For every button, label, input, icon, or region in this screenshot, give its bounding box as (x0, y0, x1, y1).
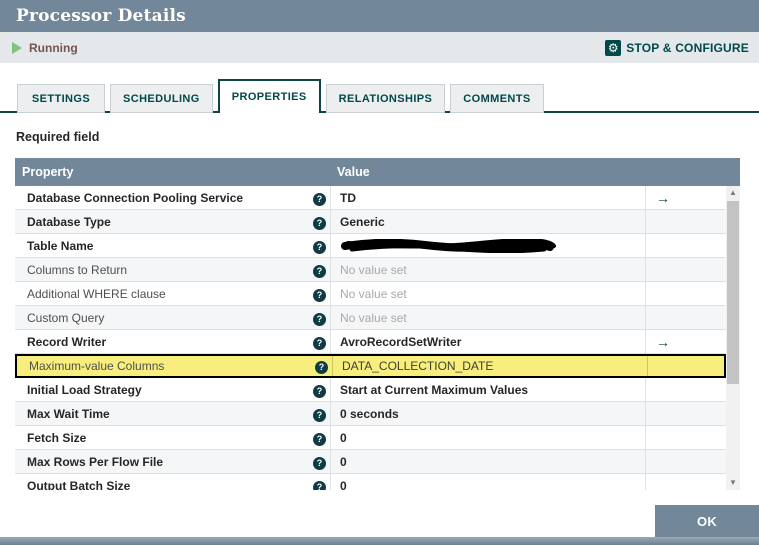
property-value: No value set (330, 282, 645, 305)
property-row[interactable]: Fetch Size? 0 (15, 426, 726, 450)
help-icon[interactable]: ? (313, 432, 326, 446)
property-name: Max Rows Per Flow File (27, 454, 164, 469)
property-row[interactable]: Output Batch Size? 0 (15, 474, 726, 490)
tab-settings[interactable]: SETTINGS (17, 84, 105, 113)
help-icon[interactable]: ? (313, 336, 326, 350)
scrollbar-thumb[interactable] (727, 201, 739, 384)
properties-table: Property Value Database Connection Pooli… (15, 158, 740, 490)
help-icon[interactable]: ? (313, 216, 326, 230)
scroll-up-icon[interactable]: ▲ (726, 186, 740, 200)
property-value: Start at Current Maximum Values (330, 378, 645, 401)
property-value: 0 (330, 450, 645, 473)
property-row[interactable]: Columns to Return? No value set (15, 258, 726, 282)
property-name: Maximum-value Columns (29, 359, 165, 373)
required-field-label: Required field (16, 130, 100, 144)
tab-properties[interactable]: PROPERTIES (217, 79, 321, 113)
property-value: Generic (330, 210, 645, 233)
column-header-property: Property (22, 165, 74, 179)
status-bar: Running ⚙ STOP & CONFIGURE (0, 32, 759, 63)
status-label: Running (29, 40, 78, 55)
running-play-icon (12, 41, 22, 54)
properties-rows: Database Connection Pooling Service? TD → D… (15, 186, 726, 490)
property-value: 0 (330, 474, 645, 490)
goto-service-arrow-icon[interactable]: → (656, 190, 670, 206)
help-icon[interactable]: ? (313, 408, 326, 422)
property-row[interactable]: Custom Query? No value set (15, 306, 726, 330)
dialog-header: Processor Details (0, 0, 759, 32)
property-value: No value set (330, 306, 645, 329)
help-icon[interactable]: ? (315, 361, 328, 374)
help-icon[interactable]: ? (313, 456, 326, 470)
property-value: 0 seconds (330, 402, 645, 425)
property-name: Additional WHERE clause (27, 286, 166, 301)
property-value: AvroRecordSetWriter (330, 330, 645, 353)
property-row[interactable]: Initial Load Strategy? Start at Current M… (15, 378, 726, 402)
property-name: Columns to Return (27, 262, 128, 277)
property-value: TD (330, 186, 645, 209)
property-name: Record Writer (27, 334, 107, 349)
property-name: Initial Load Strategy (27, 382, 142, 397)
table-header: Property Value (15, 158, 740, 186)
gear-icon: ⚙ (605, 39, 622, 56)
property-row[interactable]: Record Writer? AvroRecordSetWriter → (15, 330, 726, 354)
tab-relationships[interactable]: RELATIONSHIPS (325, 84, 446, 113)
property-name: Output Batch Size (27, 478, 131, 491)
property-row[interactable]: Table Name? (15, 234, 726, 258)
property-row[interactable]: Database Connection Pooling Service? TD → (15, 186, 726, 210)
help-icon[interactable]: ? (313, 240, 326, 254)
help-icon[interactable]: ? (313, 384, 326, 398)
property-row[interactable]: Database Type? Generic (15, 210, 726, 234)
property-name: Database Type (27, 214, 111, 229)
property-name: Fetch Size (27, 430, 87, 445)
redaction-scribble (341, 238, 556, 253)
property-value (330, 234, 645, 257)
processor-details-dialog: Processor Details Running ⚙ STOP & CONFI… (0, 0, 759, 545)
property-name: Table Name (27, 238, 94, 253)
property-value: 0 (330, 426, 645, 449)
help-icon[interactable]: ? (313, 192, 326, 206)
help-icon[interactable]: ? (313, 480, 326, 490)
column-header-value: Value (337, 165, 370, 179)
property-name: Database Connection Pooling Service (27, 190, 244, 205)
tab-comments[interactable]: COMMENTS (450, 84, 544, 113)
property-value: DATA_COLLECTION_DATE (332, 356, 647, 376)
scroll-down-icon[interactable]: ▼ (726, 476, 740, 490)
help-icon[interactable]: ? (313, 264, 326, 278)
stop-and-configure-button[interactable]: ⚙ STOP & CONFIGURE (605, 39, 749, 56)
goto-service-arrow-icon[interactable]: → (656, 334, 670, 350)
property-value: No value set (330, 258, 645, 281)
ok-button[interactable]: OK (655, 505, 759, 537)
property-row-highlighted[interactable]: Maximum-value Columns? DATA_COLLECTION_DA… (15, 354, 726, 378)
tab-bar: SETTINGS SCHEDULING PROPERTIES RELATIONSHIP… (0, 79, 759, 113)
background-status-strip (0, 537, 759, 545)
property-name: Custom Query (27, 310, 105, 325)
property-row[interactable]: Max Rows Per Flow File? 0 (15, 450, 726, 474)
help-icon[interactable]: ? (313, 288, 326, 302)
property-row[interactable]: Additional WHERE clause? No value set (15, 282, 726, 306)
property-row[interactable]: Max Wait Time? 0 seconds (15, 402, 726, 426)
tab-scheduling[interactable]: SCHEDULING (110, 84, 213, 113)
property-name: Max Wait Time (27, 406, 110, 421)
table-scrollbar[interactable]: ▲ ▼ (726, 186, 740, 490)
dialog-title: Processor Details (16, 6, 186, 26)
help-icon[interactable]: ? (313, 312, 326, 326)
